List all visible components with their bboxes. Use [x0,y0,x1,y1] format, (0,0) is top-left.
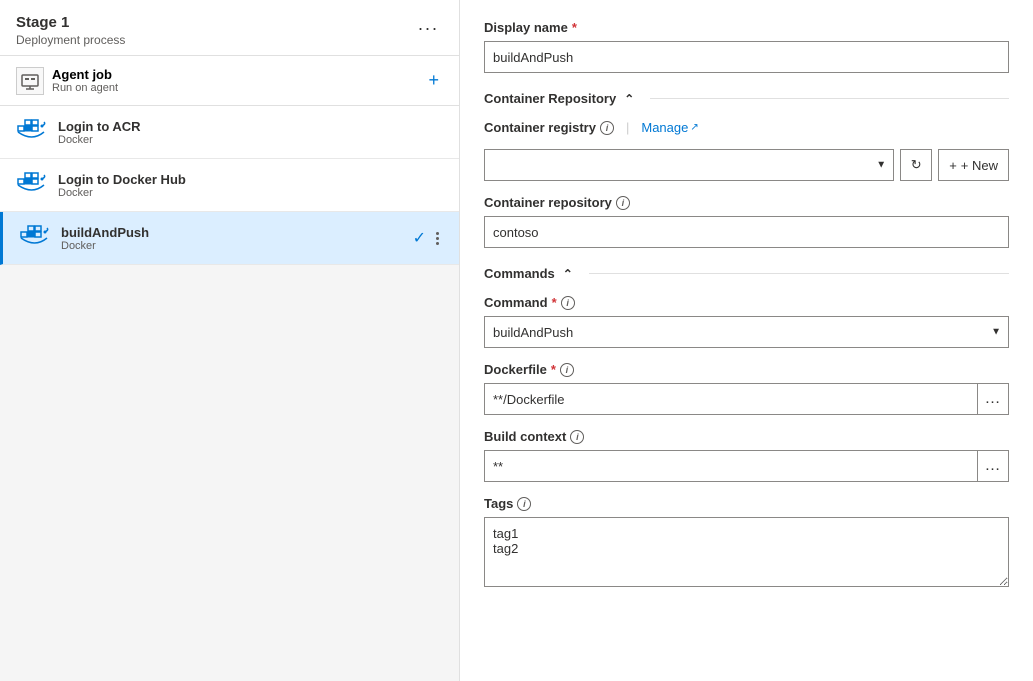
stage-title: Stage 1 [16,14,125,31]
command-info-icon[interactable]: i [561,296,575,310]
registry-dropdown-wrapper: ▼ [484,149,894,181]
task-sub-dockerhub: Docker [58,187,443,199]
tags-field-group: Tags i tag1 tag2 [484,496,1009,590]
build-context-field-group: Build context i … [484,429,1009,482]
agent-job-info: Agent job Run on agent [16,67,118,95]
external-link-icon: ↗ [690,122,698,133]
agent-job-icon [16,67,44,95]
check-icon: ✓ [413,228,426,248]
container-repository-info-icon[interactable]: i [616,196,630,210]
build-context-info-icon[interactable]: i [570,430,584,444]
agent-job-text: Agent job Run on agent [52,67,118,94]
add-task-button[interactable]: + [424,66,443,95]
dockerfile-browse-button[interactable]: … [977,383,1009,415]
new-button[interactable]: + + New [938,149,1009,181]
refresh-button[interactable]: ↻ [900,149,932,181]
stage-subtitle: Deployment process [16,33,125,47]
command-label: Command * i [484,295,1009,310]
agent-job-row: Agent job Run on agent + [0,56,459,106]
registry-row: Container registry i | Manage ↗ [484,120,1009,135]
docker-icon-hub [16,169,48,201]
display-name-required: * [572,20,577,35]
display-name-label: Display name * [484,20,1009,35]
stage-ellipsis-button[interactable]: ... [414,14,443,35]
task-name-dockerhub: Login to Docker Hub [58,172,443,187]
command-required: * [552,295,557,310]
display-name-input[interactable] [484,41,1009,73]
command-dropdown-wrapper: buildAndPush build push login logout ▼ [484,316,1009,348]
dockerfile-input[interactable] [484,383,977,415]
agent-job-title: Agent job [52,67,118,82]
container-repository-field-label: Container repository i [484,195,1009,210]
dockerfile-field-group: Dockerfile * i … [484,362,1009,415]
right-panel: Display name * Container Repository ⌃ Co… [460,0,1033,681]
tags-info-icon[interactable]: i [517,497,531,511]
tags-input[interactable]: tag1 tag2 [484,517,1009,587]
build-context-input-row: … [484,450,1009,482]
container-repository-input[interactable] [484,216,1009,248]
dockerfile-label: Dockerfile * i [484,362,1009,377]
dockerfile-required: * [551,362,556,377]
container-repository-field-group: Container repository i [484,195,1009,248]
new-label: + New [961,158,998,173]
command-field-group: Command * i buildAndPush build push logi… [484,295,1009,348]
container-repository-section: Container Repository ⌃ [484,91,1009,106]
task-dots-button[interactable] [432,230,443,247]
agent-icon [21,72,39,90]
docker-icon-acr [16,116,48,148]
agent-job-subtitle: Run on agent [52,82,118,94]
docker-icon-build [19,222,51,254]
build-context-browse-button[interactable]: … [977,450,1009,482]
registry-info-icon[interactable]: i [600,121,614,135]
container-repository-chevron[interactable]: ⌃ [624,92,634,106]
new-icon: + [949,158,957,173]
task-text-dockerhub: Login to Docker Hub Docker [58,172,443,199]
dot2 [436,237,439,240]
task-text-buildandpush: buildAndPush Docker [61,225,403,252]
tasks-list: Login to ACR Docker Login to Docke [0,106,459,681]
dot3 [436,242,439,245]
task-text-acr: Login to ACR Docker [58,119,443,146]
command-dropdown[interactable]: buildAndPush build push login logout [484,316,1009,348]
commands-section: Commands ⌃ [484,266,1009,281]
task-item-login-acr[interactable]: Login to ACR Docker [0,106,459,159]
commands-label: Commands [484,266,555,281]
manage-link[interactable]: Manage ↗ [641,120,698,135]
dockerfile-input-row: … [484,383,1009,415]
task-name-acr: Login to ACR [58,119,443,134]
task-sub-buildandpush: Docker [61,240,403,252]
stage-header: Stage 1 Deployment process ... [0,0,459,56]
registry-label: Container registry i [484,120,614,135]
task-item-login-dockerhub[interactable]: Login to Docker Hub Docker [0,159,459,212]
refresh-icon: ↻ [911,157,922,173]
dockerfile-info-icon[interactable]: i [560,363,574,377]
pipe-divider: | [626,120,629,135]
left-panel: Stage 1 Deployment process ... Agent job… [0,0,460,681]
build-context-label: Build context i [484,429,1009,444]
registry-dropdown-row: ▼ ↻ + + New [484,149,1009,181]
task-sub-acr: Docker [58,134,443,146]
task-name-buildandpush: buildAndPush [61,225,403,240]
container-repository-label: Container Repository [484,91,616,106]
registry-dropdown[interactable] [484,149,894,181]
display-name-group: Display name * [484,20,1009,73]
task-actions-buildandpush: ✓ [413,228,443,248]
task-item-buildandpush[interactable]: buildAndPush Docker ✓ [0,212,459,265]
commands-chevron[interactable]: ⌃ [563,267,573,281]
dot1 [436,232,439,235]
build-context-input[interactable] [484,450,977,482]
tags-label: Tags i [484,496,1009,511]
